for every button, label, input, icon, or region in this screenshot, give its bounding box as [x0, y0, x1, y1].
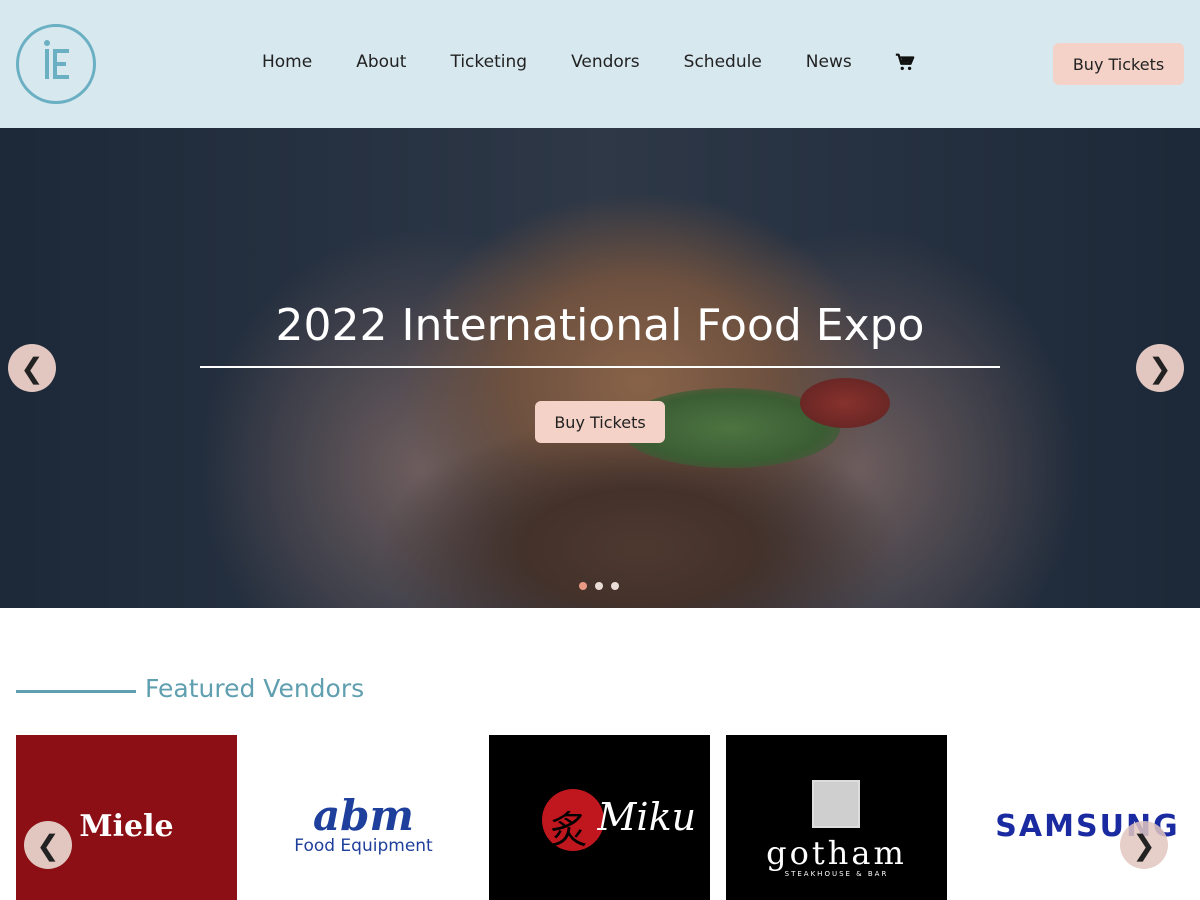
vendor-card-miku[interactable]: 炙 Miku [489, 735, 710, 900]
main-nav: Home About Ticketing Vendors Schedule Ne… [240, 40, 916, 84]
vendor-card-abm[interactable]: abm Food Equipment [253, 735, 474, 900]
nav-about[interactable]: About [356, 52, 406, 72]
hero-next-button[interactable]: ❯ [1136, 344, 1184, 392]
vendor-card-samsung[interactable]: SAMSUNG [962, 735, 1183, 900]
hero-title: 2022 International Food Expo [275, 300, 925, 351]
hero-divider [200, 366, 1000, 368]
vendor-card-gotham[interactable]: gotham STEAKHOUSE & BAR [726, 735, 947, 900]
gotham-emblem-icon [812, 779, 861, 828]
abm-logo-text: abm [312, 790, 414, 840]
nav-vendors[interactable]: Vendors [571, 52, 640, 72]
vendor-logo-miku: 炙 Miku [510, 783, 696, 873]
nav-schedule[interactable]: Schedule [684, 52, 762, 72]
chevron-left-icon: ❮ [20, 351, 44, 385]
featured-vendors-title: Featured Vendors [145, 674, 365, 703]
miku-kanji: 炙 [549, 807, 588, 852]
vendors-next-button[interactable]: ❯ [1120, 821, 1168, 869]
nav-home[interactable]: Home [262, 52, 312, 72]
gotham-logo-subtitle: STEAKHOUSE & BAR [784, 869, 889, 878]
vendors-prev-button[interactable]: ❮ [24, 821, 72, 869]
hero-buy-tickets-button[interactable]: Buy Tickets [535, 401, 665, 443]
hero-prev-button[interactable]: ❮ [8, 344, 56, 392]
chevron-right-icon: ❯ [1148, 351, 1172, 385]
gotham-logo-text: gotham [766, 833, 907, 872]
abm-logo-subtitle: Food Equipment [294, 835, 433, 856]
site-header: Home About Ticketing Vendors Schedule Ne… [0, 0, 1200, 128]
vendor-logo-miele: Miele [79, 809, 174, 844]
nav-ticketing[interactable]: Ticketing [450, 52, 527, 72]
carousel-dot-1[interactable] [579, 582, 587, 590]
cart-icon[interactable] [894, 51, 916, 73]
logo-mark-icon [44, 40, 69, 79]
header-buy-tickets-button[interactable]: Buy Tickets [1053, 43, 1184, 85]
vendor-logo-gotham: gotham STEAKHOUSE & BAR [766, 779, 907, 878]
carousel-dot-2[interactable] [595, 582, 603, 590]
nav-news[interactable]: News [806, 52, 852, 72]
vendor-logo-abm: abm Food Equipment [294, 790, 433, 856]
chevron-left-icon: ❮ [36, 828, 60, 862]
carousel-dot-3[interactable] [611, 582, 619, 590]
hero-carousel: 2022 International Food Expo Buy Tickets… [0, 128, 1200, 608]
vendor-card-miele[interactable]: Miele [16, 735, 237, 900]
site-logo[interactable] [16, 24, 96, 104]
hero-image-overlay [0, 128, 1200, 608]
miku-logo-text: Miku [597, 794, 697, 839]
section-title-line [16, 690, 136, 693]
carousel-indicators [579, 582, 627, 590]
chevron-right-icon: ❯ [1132, 828, 1156, 862]
